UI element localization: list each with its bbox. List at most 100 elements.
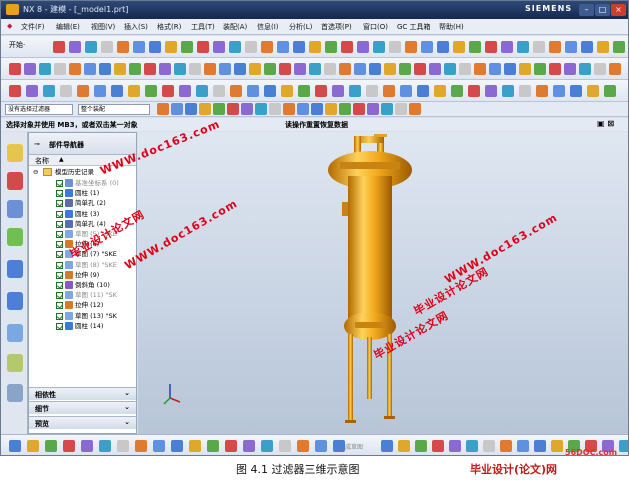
toolbar-button-icon[interactable]: [409, 103, 421, 115]
toolbar-button-icon[interactable]: [502, 85, 514, 97]
toolbar-button-icon[interactable]: [325, 103, 337, 115]
toolbar-button-icon[interactable]: [594, 63, 606, 75]
visibility-checkbox[interactable]: [56, 312, 63, 320]
toolbar-button-icon[interactable]: [26, 85, 38, 97]
toolbar-button-icon[interactable]: [325, 41, 337, 53]
toolbar-button-icon[interactable]: [264, 85, 276, 97]
menu-information[interactable]: 信息(I): [257, 22, 279, 32]
toolbar-button-icon[interactable]: [501, 41, 513, 53]
pin-icon[interactable]: ⊸: [34, 140, 40, 148]
toolbar-button-icon[interactable]: [196, 85, 208, 97]
toolbar-button-icon[interactable]: [417, 85, 429, 97]
visibility-checkbox[interactable]: [56, 322, 63, 330]
toolbar-button-icon[interactable]: [459, 63, 471, 75]
toolbar-button-icon[interactable]: [54, 63, 66, 75]
toolbar-button-icon[interactable]: [261, 440, 273, 452]
toolbar-button-icon[interactable]: [45, 440, 57, 452]
toolbar-button-icon[interactable]: [241, 103, 253, 115]
toolbar-button-icon[interactable]: [298, 85, 310, 97]
toolbar-button-icon[interactable]: [162, 85, 174, 97]
toolbar-button-icon[interactable]: [309, 63, 321, 75]
feature-node[interactable]: 基准坐标系 (0): [29, 178, 136, 188]
toolbar-button-icon[interactable]: [533, 41, 545, 53]
visibility-checkbox[interactable]: [56, 241, 63, 249]
feature-node[interactable]: 简单孔 (2): [29, 198, 136, 208]
toolbar-button-icon[interactable]: [229, 41, 241, 53]
toolbar-button-icon[interactable]: [369, 63, 381, 75]
toolbar-button-icon[interactable]: [341, 41, 353, 53]
toolbar-button-icon[interactable]: [553, 85, 565, 97]
graphics-window[interactable]: [138, 132, 628, 434]
toolbar-button-icon[interactable]: [383, 85, 395, 97]
feature-node[interactable]: 拉伸 (9): [29, 270, 136, 280]
toolbar-button-icon[interactable]: [283, 103, 295, 115]
toolbar-button-icon[interactable]: [85, 41, 97, 53]
scope-dropdown[interactable]: 整个装配: [78, 104, 150, 115]
toolbar-button-icon[interactable]: [619, 440, 628, 452]
minimize-button[interactable]: –: [579, 4, 594, 16]
toolbar-button-icon[interactable]: [437, 41, 449, 53]
toolbar-button-icon[interactable]: [339, 63, 351, 75]
toolbar-button-icon[interactable]: [219, 63, 231, 75]
toolbar-button-icon[interactable]: [405, 41, 417, 53]
toolbar-button-icon[interactable]: [129, 63, 141, 75]
toolbar-button-icon[interactable]: [500, 440, 512, 452]
toolbar-button-icon[interactable]: [564, 63, 576, 75]
menu-gc-toolbox[interactable]: GC 工具箱: [397, 22, 431, 32]
toolbar-button-icon[interactable]: [145, 85, 157, 97]
toolbar-button-icon[interactable]: [395, 103, 407, 115]
toolbar-button-icon[interactable]: [549, 41, 561, 53]
toolbar-button-icon[interactable]: [469, 41, 481, 53]
toolbar-button-icon[interactable]: [101, 41, 113, 53]
toolbar-button-icon[interactable]: [277, 41, 289, 53]
toolbar-button-icon[interactable]: [245, 41, 257, 53]
toolbar-button-icon[interactable]: [279, 63, 291, 75]
start-button[interactable]: 开始·: [9, 40, 25, 50]
visibility-checkbox[interactable]: [56, 302, 63, 310]
toolbar-button-icon[interactable]: [613, 41, 625, 53]
visibility-checkbox[interactable]: [56, 220, 63, 228]
toolbar-button-icon[interactable]: [332, 85, 344, 97]
toolbar-button-icon[interactable]: [309, 41, 321, 53]
toolbar-button-icon[interactable]: [69, 63, 81, 75]
toolbar-button-icon[interactable]: [333, 440, 345, 452]
toolbar-button-icon[interactable]: [181, 41, 193, 53]
toolbar-button-icon[interactable]: [519, 85, 531, 97]
toolbar-button-icon[interactable]: [149, 41, 161, 53]
toolbar-button-icon[interactable]: [311, 103, 323, 115]
toolbar-button-icon[interactable]: [128, 85, 140, 97]
menu-preferences[interactable]: 首选项(P): [321, 22, 352, 32]
toolbar-button-icon[interactable]: [504, 63, 516, 75]
toolbar-button-icon[interactable]: [398, 440, 410, 452]
toolbar-button-icon[interactable]: [453, 41, 465, 53]
toolbar-button-icon[interactable]: [297, 440, 309, 452]
visibility-checkbox[interactable]: [56, 282, 63, 289]
cue-options-icon[interactable]: ▣ ⊠: [597, 119, 614, 128]
toolbar-button-icon[interactable]: [247, 85, 259, 97]
toolbar-button-icon[interactable]: [449, 440, 461, 452]
toolbar-button-icon[interactable]: [485, 41, 497, 53]
toolbar-button-icon[interactable]: [474, 63, 486, 75]
toolbar-button-icon[interactable]: [159, 63, 171, 75]
toolbar-button-icon[interactable]: [9, 440, 21, 452]
toolbar-button-icon[interactable]: [579, 63, 591, 75]
toolbar-button-icon[interactable]: [468, 85, 480, 97]
visibility-checkbox[interactable]: [56, 231, 63, 238]
collapse-icon[interactable]: ⊖: [33, 167, 38, 177]
toolbar-button-icon[interactable]: [354, 63, 366, 75]
toolbar-button-icon[interactable]: [27, 440, 39, 452]
feature-node[interactable]: 草图 (13) "SK: [29, 311, 136, 321]
maximize-button[interactable]: □: [595, 4, 610, 16]
toolbar-button-icon[interactable]: [99, 440, 111, 452]
toolbar-button-icon[interactable]: [117, 41, 129, 53]
toolbar-button-icon[interactable]: [432, 440, 444, 452]
visibility-checkbox[interactable]: [56, 292, 63, 300]
visibility-checkbox[interactable]: [56, 251, 63, 259]
feature-node[interactable]: 草图 (11) "SK: [29, 290, 136, 300]
toolbar-button-icon[interactable]: [269, 103, 281, 115]
feature-node[interactable]: 拉伸 (12): [29, 300, 136, 310]
toolbar-button-icon[interactable]: [366, 85, 378, 97]
toolbar-button-icon[interactable]: [384, 63, 396, 75]
visibility-checkbox[interactable]: [56, 190, 63, 198]
toolbar-button-icon[interactable]: [230, 85, 242, 97]
